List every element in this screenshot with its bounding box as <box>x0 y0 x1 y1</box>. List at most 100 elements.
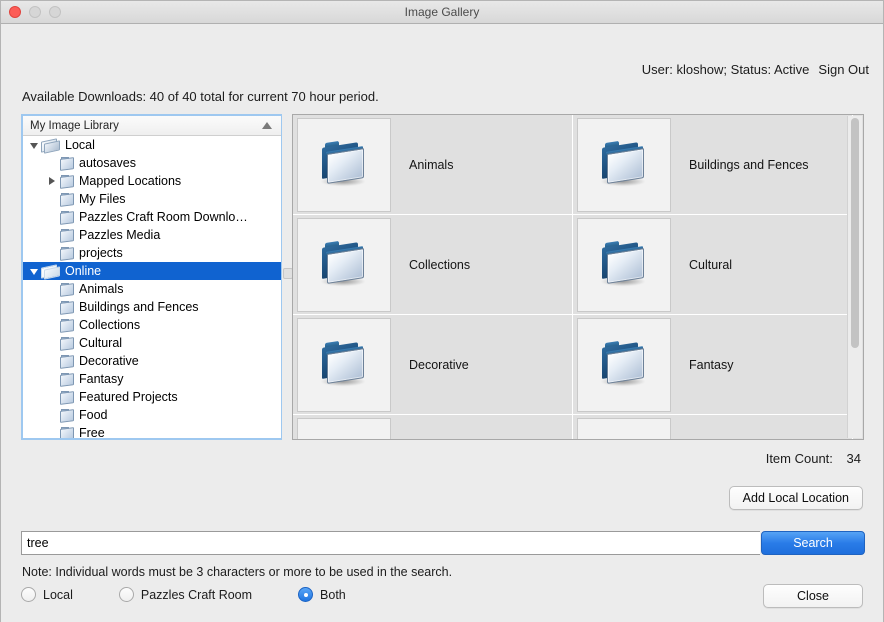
folder-grid-item[interactable]: Buildings and Fences <box>573 115 853 215</box>
folder-grid: Animals Buildings and Fences Collections Cu… <box>293 115 863 441</box>
tree-item-label: Fantasy <box>79 372 124 386</box>
folder-icon <box>59 282 74 297</box>
disclosure-triangle-icon[interactable] <box>27 138 41 152</box>
folder-icon <box>59 228 74 243</box>
image-gallery-window: Image Gallery User: kloshow; Status: Act… <box>0 0 884 622</box>
folder-grid-item[interactable]: Animals <box>293 115 573 215</box>
folder-icon <box>59 354 74 369</box>
folder-thumbnail <box>577 317 671 412</box>
radio-button[interactable] <box>21 587 36 602</box>
folder-thumbnail <box>297 217 391 312</box>
search-scope-radio-group: Local Pazzles Craft Room Both <box>21 587 392 602</box>
tree-item[interactable]: Local <box>23 136 281 154</box>
search-input[interactable] <box>21 531 760 555</box>
tree-item-label: Cultural <box>79 336 123 350</box>
folder-icon <box>316 140 372 190</box>
radio-button[interactable] <box>118 587 134 602</box>
folder-icon <box>596 440 652 441</box>
search-scope-radio[interactable]: Pazzles Craft Room <box>118 587 252 602</box>
folder-thumbnail <box>297 317 391 412</box>
folder-icon <box>59 426 74 438</box>
item-count-value: 34 <box>846 451 861 466</box>
tree-column-header[interactable]: My Image Library <box>23 116 281 136</box>
library-tree-panel: My Image Library Local autosaves Mapped Lo… <box>21 114 283 440</box>
open-folder-icon <box>41 264 60 280</box>
folder-grid-item[interactable] <box>573 415 853 441</box>
folder-icon <box>59 372 74 387</box>
folder-grid-item-label: Collections <box>409 257 471 272</box>
folder-grid-item[interactable]: Cultural <box>573 215 853 315</box>
folder-grid-item-label: Buildings and Fences <box>689 157 809 172</box>
folder-thumbnail <box>577 117 671 212</box>
tree-item[interactable]: Free <box>23 424 281 438</box>
tree-item[interactable]: Animals <box>23 280 281 298</box>
tree-item[interactable]: Online <box>23 262 281 280</box>
search-scope-radio[interactable]: Both <box>298 587 346 602</box>
folder-grid-item[interactable]: Decorative <box>293 315 573 415</box>
grid-scrollbar[interactable] <box>847 116 862 438</box>
user-status-text: User: kloshow; Status: Active <box>641 62 810 77</box>
folder-icon <box>59 174 74 189</box>
folder-thumbnail <box>577 417 671 441</box>
folder-grid-item[interactable] <box>293 415 573 441</box>
minimize-window-button[interactable] <box>29 6 41 18</box>
available-downloads-text: Available Downloads: 40 of 40 total for … <box>22 89 379 104</box>
tree-item[interactable]: Pazzles Craft Room Downlo… <box>23 208 281 226</box>
search-scope-radio[interactable]: Local <box>21 587 73 602</box>
title-bar: Image Gallery <box>1 1 883 24</box>
tree-item[interactable]: Food <box>23 406 281 424</box>
folder-thumbnail <box>577 217 671 312</box>
folder-icon <box>59 156 74 171</box>
close-button[interactable]: Close <box>763 584 863 608</box>
tree-item[interactable]: projects <box>23 244 281 262</box>
close-window-button[interactable] <box>9 6 21 18</box>
folder-icon <box>59 300 74 315</box>
tree-header-title: My Image Library <box>30 119 119 132</box>
folder-grid-item[interactable]: Fantasy <box>573 315 853 415</box>
tree-item[interactable]: Buildings and Fences <box>23 298 281 316</box>
grid-scrollbar-thumb[interactable] <box>851 118 859 348</box>
user-status-bar: User: kloshow; Status: Active Sign Out <box>642 62 869 77</box>
tree-item[interactable]: Cultural <box>23 334 281 352</box>
folder-icon <box>59 210 74 225</box>
folder-icon <box>59 192 74 207</box>
folder-icon <box>316 440 372 441</box>
open-folder-icon <box>41 138 60 154</box>
item-count: Item Count: 34 <box>766 451 861 466</box>
search-button[interactable]: Search <box>761 531 865 555</box>
tree-item[interactable]: Pazzles Media <box>23 226 281 244</box>
maximize-window-button[interactable] <box>49 6 61 18</box>
radio-button[interactable] <box>298 587 314 602</box>
folder-icon <box>596 340 652 390</box>
tree-item-label: Food <box>79 408 108 422</box>
folder-icon <box>59 318 74 333</box>
folder-grid-item[interactable]: Collections <box>293 215 573 315</box>
tree-item-label: autosaves <box>79 156 136 170</box>
window-content: User: kloshow; Status: Active Sign Out A… <box>1 24 883 622</box>
tree-item[interactable]: My Files <box>23 190 281 208</box>
tree-item-label: Buildings and Fences <box>79 300 199 314</box>
search-scope-radio-label: Local <box>43 587 73 602</box>
disclosure-triangle-icon[interactable] <box>27 264 41 278</box>
folder-icon <box>596 140 652 190</box>
tree-item[interactable]: autosaves <box>23 154 281 172</box>
tree-item[interactable]: Featured Projects <box>23 388 281 406</box>
tree-item-label: Decorative <box>79 354 139 368</box>
add-local-location-button[interactable]: Add Local Location <box>728 486 863 510</box>
tree-item[interactable]: Collections <box>23 316 281 334</box>
panel-splitter[interactable] <box>282 114 293 440</box>
tree-item-label: Featured Projects <box>79 390 178 404</box>
sign-out-link[interactable]: Sign Out <box>818 62 869 77</box>
sort-ascending-icon <box>262 122 272 129</box>
tree-item-label: My Files <box>79 192 126 206</box>
folder-icon <box>59 408 74 423</box>
item-count-label: Item Count: <box>765 451 833 466</box>
tree-item[interactable]: Fantasy <box>23 370 281 388</box>
tree-item[interactable]: Decorative <box>23 352 281 370</box>
tree-item-label: Collections <box>79 318 141 332</box>
tree-item-label: Online <box>65 264 102 278</box>
disclosure-triangle-icon[interactable] <box>45 174 59 188</box>
tree-item[interactable]: Mapped Locations <box>23 172 281 190</box>
search-scope-radio-label: Both <box>320 587 346 602</box>
folder-grid-panel: Animals Buildings and Fences Collections Cu… <box>292 114 864 440</box>
